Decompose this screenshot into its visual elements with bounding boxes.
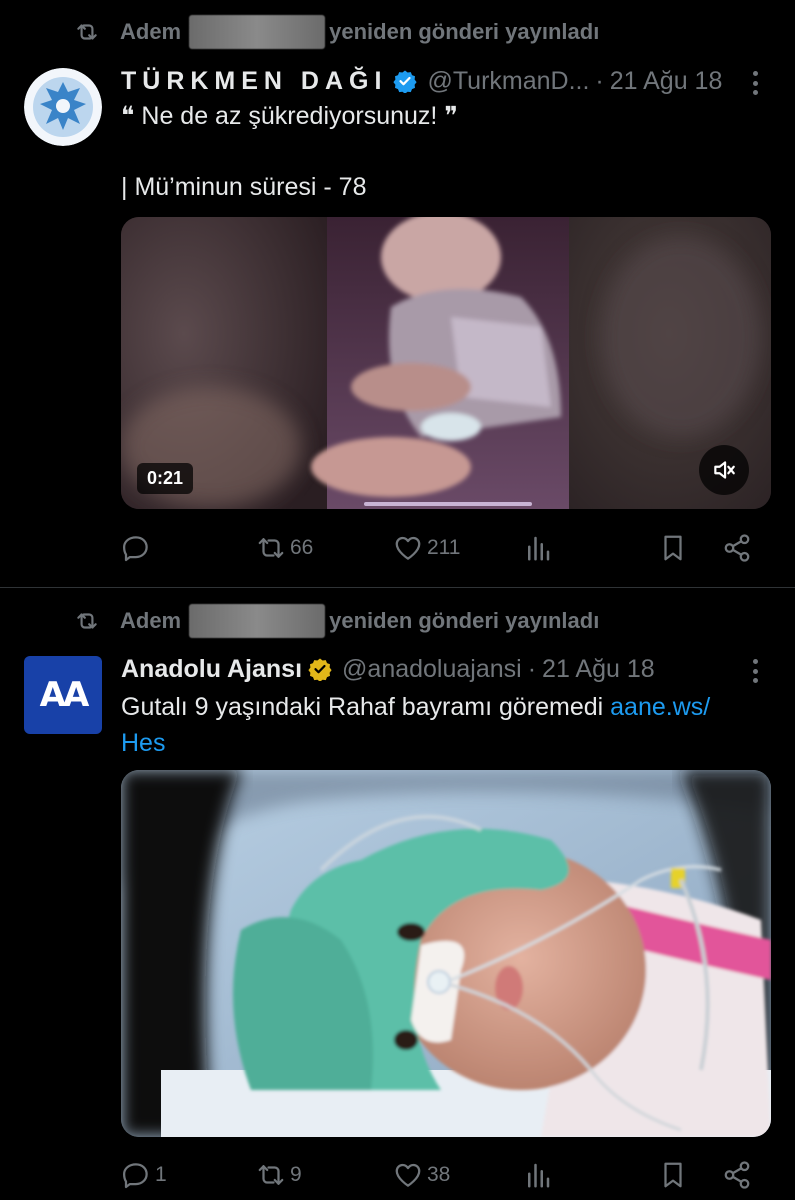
avatar-logo: AA (39, 675, 90, 715)
author-name[interactable]: TÜRKMEN DAĞI (121, 67, 387, 96)
avatar[interactable]: AA (24, 656, 102, 734)
like-button[interactable]: 38 (393, 1155, 450, 1195)
video-duration: 0:21 (137, 463, 194, 494)
post[interactable]: Adem yeniden gönderi yayınladı AA Anadol… (0, 589, 795, 1200)
post-text-main: Gutalı 9 yaşındaki Rahaf bayramı göremed… (121, 693, 611, 721)
repost-count: 66 (290, 536, 314, 559)
post-text-line: | Mü’minun süresi - 78 (121, 173, 367, 201)
reply-icon (123, 1163, 148, 1189)
post-image[interactable] (121, 770, 771, 1137)
verified-badge-icon (393, 69, 418, 94)
share-button[interactable] (722, 1155, 752, 1195)
repost-label: yeniden gönderi yayınladı (329, 19, 600, 44)
repost-button[interactable]: 9 (256, 1155, 302, 1195)
views-icon (528, 1163, 550, 1188)
author-name[interactable]: Anadolu Ajansı (121, 655, 302, 684)
redacted-name (189, 604, 326, 638)
reply-icon (123, 536, 148, 562)
verified-badge-icon (308, 657, 332, 682)
views-icon (528, 536, 550, 561)
like-count: 211 (427, 536, 461, 559)
like-icon (395, 1163, 421, 1187)
bookmark-icon (664, 535, 682, 561)
repost-button[interactable]: 66 (256, 528, 313, 568)
share-icon (724, 534, 750, 562)
more-icon[interactable] (743, 656, 767, 686)
repost-context: Adem yeniden gönderi yayınladı (70, 12, 599, 52)
post-header: Anadolu Ajansı @anadoluajansi · 21 Ağu 1… (121, 651, 771, 687)
reply-button[interactable] (121, 528, 155, 568)
post-text-line: ❝ Ne de az şükrediyorsunuz! ❞ (121, 102, 458, 130)
more-icon[interactable] (743, 68, 767, 98)
share-button[interactable] (722, 528, 752, 568)
post-header: TÜRKMEN DAĞI @TurkmanD... · 21 Ağu 18 (121, 63, 771, 99)
repost-context: Adem yeniden gönderi yayınladı (70, 601, 599, 641)
repost-icon (258, 1165, 284, 1185)
separator-dot: · (527, 654, 537, 683)
repost-icon (258, 538, 284, 558)
post-date[interactable]: 21 Ağu 18 (610, 67, 723, 96)
like-button[interactable]: 211 (393, 528, 460, 568)
post-date[interactable]: 21 Ağu 18 (542, 655, 655, 684)
repost-icon (70, 17, 104, 47)
views-button[interactable] (523, 1155, 553, 1195)
post-link[interactable]: aane.ws/ (610, 693, 710, 721)
repost-count: 9 (290, 1163, 302, 1186)
repost-label: yeniden gönderi yayınladı (329, 608, 600, 633)
repost-icon (70, 606, 104, 636)
author-handle[interactable]: @TurkmanD... (427, 67, 589, 96)
bookmark-icon (664, 1162, 682, 1188)
author-handle[interactable]: @anadoluajansi (342, 655, 522, 684)
mute-icon[interactable] (699, 445, 749, 495)
reply-count: 1 (155, 1163, 167, 1186)
action-bar: 66 211 (121, 528, 771, 568)
repost-user[interactable]: Adem (120, 608, 181, 634)
post-link[interactable]: Hes (121, 729, 165, 757)
like-icon (395, 536, 421, 560)
views-button[interactable] (523, 528, 553, 568)
like-count: 38 (427, 1163, 451, 1186)
video-player[interactable]: 0:21 (121, 217, 771, 509)
avatar[interactable] (24, 68, 102, 146)
post[interactable]: Adem yeniden gönderi yayınladı TÜRKMEN D… (0, 0, 795, 588)
repost-user[interactable]: Adem (120, 19, 181, 45)
reply-button[interactable]: 1 (121, 1155, 167, 1195)
post-text: Gutalı 9 yaşındaki Rahaf bayramı göremed… (121, 689, 765, 761)
bookmark-button[interactable] (658, 1155, 688, 1195)
bookmark-button[interactable] (658, 528, 688, 568)
share-icon (724, 1161, 750, 1189)
action-bar: 1 9 38 (121, 1155, 771, 1195)
redacted-name (189, 15, 326, 49)
separator-dot: · (595, 66, 604, 95)
